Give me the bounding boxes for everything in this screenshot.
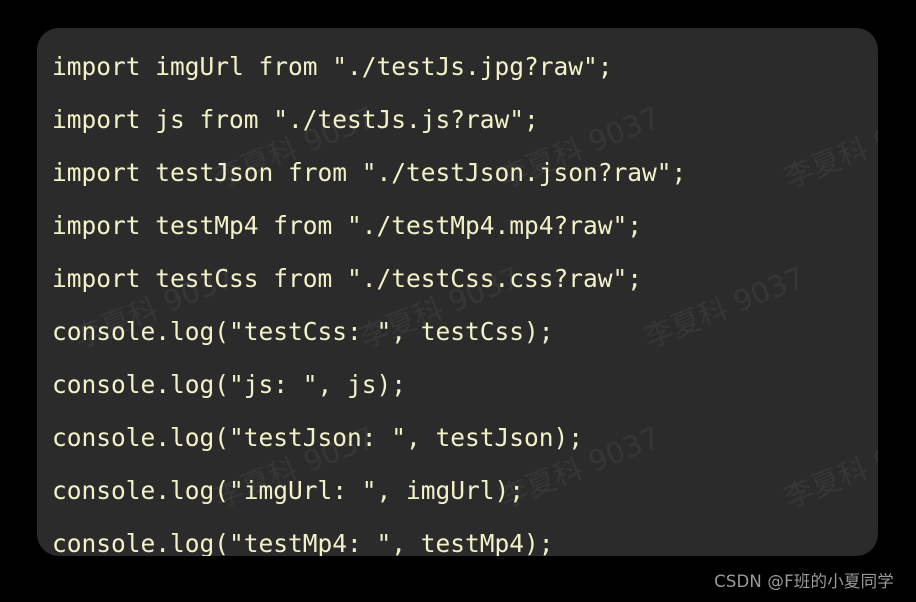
code-content[interactable]: import imgUrl from "./testJs.jpg?raw"; im… — [52, 40, 878, 556]
watermark-text: 李夏科 9037 — [637, 28, 810, 37]
watermark-text: 李夏科 9037 — [67, 28, 240, 37]
code-line: console.log("js: ", js); — [52, 370, 407, 399]
code-line: import testMp4 from "./testMp4.mp4?raw"; — [52, 211, 643, 240]
code-line: console.log("testMp4: ", testMp4); — [52, 529, 554, 556]
code-line: import testCss from "./testCss.css?raw"; — [52, 264, 643, 293]
code-line: console.log("imgUrl: ", imgUrl); — [52, 476, 525, 505]
code-line: console.log("testJson: ", testJson); — [52, 423, 584, 452]
code-line: import js from "./testJs.js?raw"; — [52, 105, 539, 134]
csdn-attribution: CSDN @F班的小夏同学 — [714, 572, 894, 591]
code-block-panel: 李夏科 9037 李夏科 9037 李夏科 9037 李夏科 9037 李夏科 9037… — [37, 28, 878, 556]
code-line: import testJson from "./testJson.json?ra… — [52, 158, 687, 187]
code-line: import imgUrl from "./testJs.jpg?raw"; — [52, 52, 613, 81]
screenshot-root: 李夏科 9037 李夏科 9037 李夏科 9037 李夏科 9037 李夏科 9037… — [0, 0, 916, 602]
watermark-text: 李夏科 9037 — [352, 28, 525, 37]
code-line: console.log("testCss: ", testCss); — [52, 317, 554, 346]
